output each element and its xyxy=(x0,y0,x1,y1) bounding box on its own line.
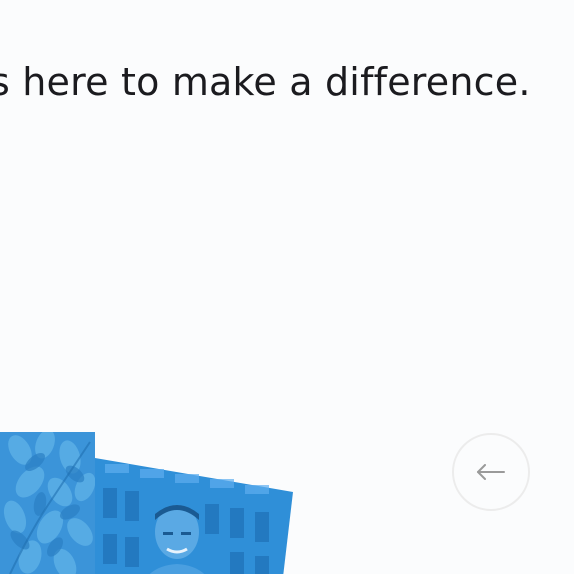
hero-headline: s here to make a difference. xyxy=(0,60,531,104)
previous-slide-button[interactable] xyxy=(452,433,530,511)
foliage-image xyxy=(0,432,95,574)
person-image xyxy=(95,458,293,574)
arrow-left-icon xyxy=(477,464,505,480)
person-photo xyxy=(95,454,295,574)
foliage-photo xyxy=(0,432,95,574)
